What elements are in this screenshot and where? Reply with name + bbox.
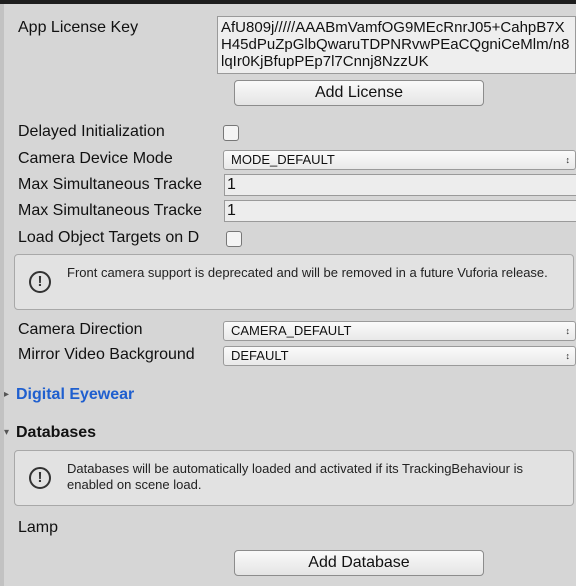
camera-device-mode-value: MODE_DEFAULT — [231, 152, 335, 167]
max-sim-targets-label: Max Simultaneous Tracke — [18, 176, 203, 193]
license-key-label: App License Key — [18, 19, 139, 36]
dropdown-arrows-icon: ↕ — [565, 326, 571, 336]
add-license-button[interactable]: Add License — [234, 80, 484, 106]
load-object-targets-checkbox[interactable] — [226, 231, 242, 247]
max-sim-objects-label: Max Simultaneous Tracke — [18, 202, 203, 219]
databases-help-text: Databases will be automatically loaded a… — [67, 461, 523, 492]
delayed-init-label: Delayed Initialization — [18, 123, 165, 140]
front-camera-help-text: Front camera support is deprecated and w… — [67, 265, 548, 280]
digital-eyewear-foldout[interactable]: Digital Eyewear — [16, 385, 134, 405]
databases-foldout[interactable]: Databases — [16, 423, 96, 443]
camera-device-mode-dropdown[interactable]: MODE_DEFAULT ↕ — [223, 150, 576, 170]
foldout-collapsed-icon[interactable]: ▸ — [4, 385, 9, 405]
mirror-video-value: DEFAULT — [231, 348, 289, 363]
delayed-init-checkbox[interactable] — [223, 125, 239, 141]
mirror-video-dropdown[interactable]: DEFAULT ↕ — [223, 346, 576, 366]
inspector-panel: App License Key AfU809j/////AAABmVamfOG9… — [4, 4, 576, 586]
dropdown-arrows-icon: ↕ — [565, 351, 571, 361]
camera-direction-value: CAMERA_DEFAULT — [231, 323, 352, 338]
camera-direction-dropdown[interactable]: CAMERA_DEFAULT ↕ — [223, 321, 576, 341]
front-camera-help-box: ! Front camera support is deprecated and… — [14, 254, 574, 310]
camera-device-mode-label: Camera Device Mode — [18, 150, 173, 167]
license-key-field[interactable]: AfU809j/////AAABmVamfOG9MEcRnrJ05+CahpB7… — [217, 16, 576, 74]
max-sim-targets-field[interactable]: 1 — [224, 174, 576, 196]
foldout-expanded-icon[interactable]: ▾ — [4, 423, 9, 443]
camera-direction-label: Camera Direction — [18, 321, 143, 338]
max-sim-objects-field[interactable]: 1 — [224, 200, 576, 222]
add-database-button[interactable]: Add Database — [234, 550, 484, 576]
dropdown-arrows-icon: ↕ — [565, 155, 571, 165]
info-icon: ! — [29, 271, 51, 293]
load-object-targets-label: Load Object Targets on D — [18, 229, 200, 246]
info-icon: ! — [29, 467, 51, 489]
database-item: Lamp — [18, 519, 59, 536]
mirror-video-label: Mirror Video Background — [18, 346, 195, 363]
databases-help-box: ! Databases will be automatically loaded… — [14, 450, 574, 506]
